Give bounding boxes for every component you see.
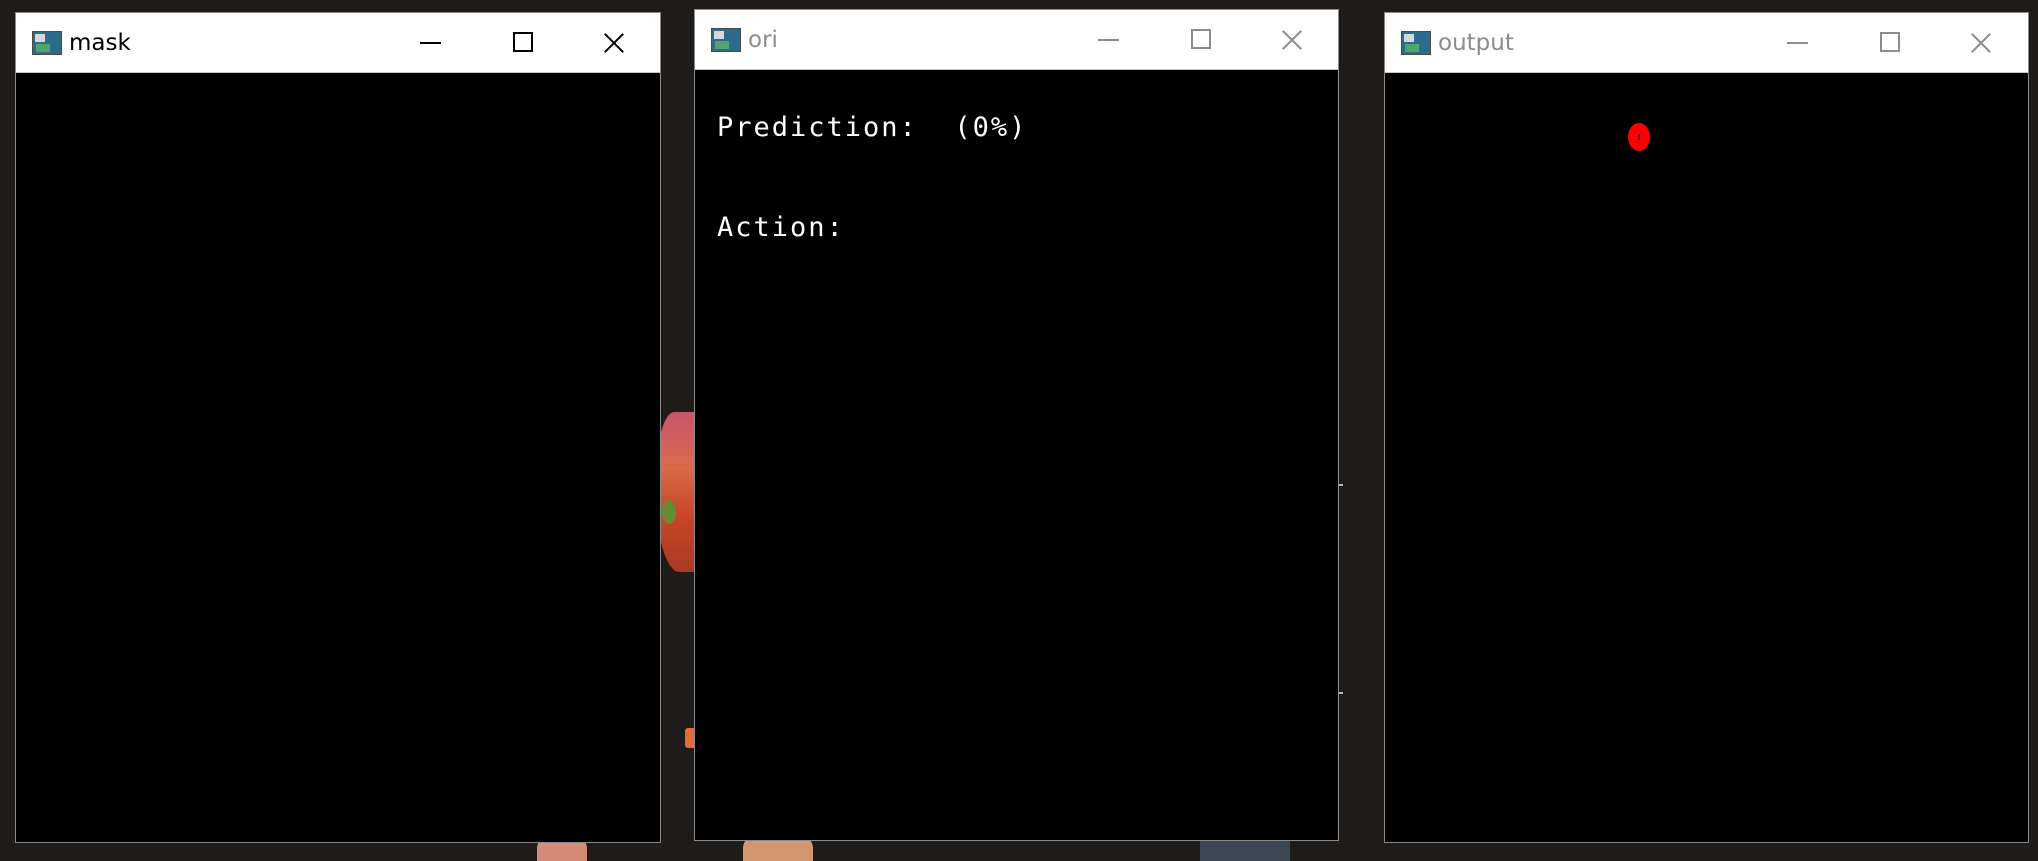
detected-point-marker: [1628, 123, 1650, 151]
output-window-titlebar[interactable]: output: [1385, 13, 2028, 73]
maximize-icon[interactable]: [502, 25, 542, 61]
opencv-window-icon: [32, 31, 62, 55]
window-title: mask: [69, 30, 131, 56]
mask-window[interactable]: mask: [15, 12, 661, 843]
maximize-icon[interactable]: [1869, 25, 1909, 61]
minimize-icon[interactable]: [1777, 25, 1817, 61]
opencv-window-icon: [711, 28, 741, 52]
prediction-text: Prediction: (0%): [717, 112, 1028, 143]
action-text: Action:: [717, 212, 845, 243]
close-icon[interactable]: [1272, 22, 1312, 58]
mask-image-canvas: [16, 73, 660, 842]
ori-window[interactable]: ori Prediction: (0%) Action:: [694, 9, 1339, 841]
window-title: output: [1438, 30, 1514, 56]
ori-image-canvas: Prediction: (0%) Action:: [695, 70, 1338, 840]
close-icon[interactable]: [1961, 25, 2001, 61]
minimize-icon[interactable]: [410, 25, 450, 61]
desktop-wallpaper-leaf: [662, 500, 676, 524]
opencv-window-icon: [1401, 31, 1431, 55]
mask-window-titlebar[interactable]: mask: [16, 13, 660, 73]
output-window[interactable]: output: [1384, 12, 2029, 843]
desktop-background-window-fragment: [1200, 840, 1290, 861]
output-image-canvas: [1385, 73, 2028, 842]
minimize-icon[interactable]: [1088, 22, 1128, 58]
ori-window-titlebar[interactable]: ori: [695, 10, 1338, 70]
window-title: ori: [748, 27, 778, 53]
maximize-icon[interactable]: [1180, 22, 1220, 58]
close-icon[interactable]: [594, 25, 634, 61]
